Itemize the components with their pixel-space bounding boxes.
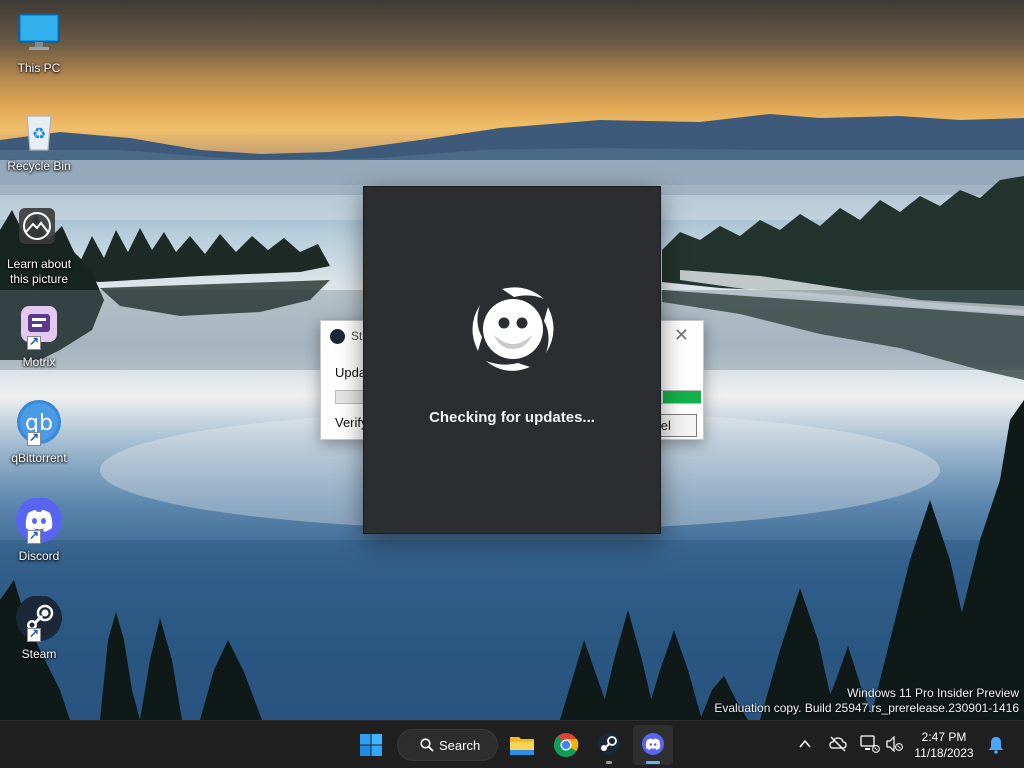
- close-icon[interactable]: ✕: [674, 325, 689, 346]
- desktop-icon-label: Discord: [18, 549, 60, 563]
- watermark-edition: Windows 11 Pro Insider Preview: [847, 686, 1019, 700]
- windows-watermark: Windows 11 Pro Insider Preview Evaluatio…: [714, 686, 1019, 716]
- recycle-bin-icon: ♻: [15, 108, 63, 156]
- search-label: Search: [439, 738, 481, 753]
- taskbar-file-explorer[interactable]: [502, 725, 542, 765]
- taskbar-search[interactable]: Search: [397, 729, 498, 761]
- network-icon[interactable]: [860, 735, 880, 753]
- desktop-icon-learn-about-picture[interactable]: Learn about this picture: [2, 206, 76, 287]
- chevron-up-icon[interactable]: [799, 739, 811, 749]
- volume-muted-icon[interactable]: [886, 736, 904, 752]
- shortcut-arrow-icon: [27, 334, 41, 350]
- monitor-icon: [15, 10, 63, 58]
- shortcut-arrow-icon: [27, 626, 41, 642]
- active-indicator: [646, 761, 660, 764]
- search-icon: [420, 738, 434, 752]
- qbittorrent-icon: qb: [15, 400, 63, 448]
- desktop-icon-label: qBittorrent: [11, 451, 67, 465]
- steam-icon: [15, 595, 63, 644]
- discord-icon: [642, 733, 664, 755]
- watermark-build: Evaluation copy. Build 25947.rs_prerelea…: [714, 701, 1019, 715]
- running-indicator: [606, 761, 612, 764]
- discord-updater-window[interactable]: Checking for updates...: [363, 186, 661, 534]
- windows-logo-icon: [360, 734, 382, 756]
- desktop-icon-label: Learn about this picture: [6, 257, 72, 286]
- start-button[interactable]: [351, 725, 391, 765]
- update-status-text: Checking for updates...: [429, 409, 595, 426]
- steam-status-text: Upda: [335, 365, 367, 380]
- taskbar-chrome[interactable]: [546, 725, 586, 765]
- motrix-icon: [15, 304, 63, 352]
- shortcut-arrow-icon: [27, 430, 41, 446]
- desktop-icon-motrix[interactable]: Motrix: [2, 304, 76, 370]
- notification-bell-icon[interactable]: [988, 736, 1004, 754]
- desktop-icon-recycle-bin[interactable]: ♻ Recycle Bin: [2, 108, 76, 174]
- steam-icon: [598, 733, 620, 755]
- system-clock[interactable]: 2:47 PM 11/18/2023: [912, 729, 976, 761]
- taskbar-discord[interactable]: [633, 725, 673, 765]
- svg-text:♻: ♻: [32, 124, 46, 143]
- chrome-icon: [553, 733, 579, 758]
- desktop-icon-label: Steam: [21, 647, 57, 661]
- desktop-icon-steam[interactable]: Steam: [2, 595, 76, 662]
- desktop-icon-this-pc[interactable]: This PC: [2, 10, 76, 76]
- desktop-icon-label: Recycle Bin: [7, 159, 71, 173]
- desktop-icon-label: This PC: [17, 61, 61, 75]
- desktop-icon-qbittorrent[interactable]: qb qBittorrent: [2, 400, 76, 466]
- taskbar-steam[interactable]: [589, 725, 629, 765]
- discord-spinner-icon: [468, 283, 558, 375]
- desktop-icon-discord[interactable]: Discord: [2, 497, 76, 564]
- spotlight-icon: [15, 206, 63, 254]
- steam-window-title: St: [351, 329, 363, 343]
- onedrive-offline-icon[interactable]: [829, 736, 847, 752]
- desktop-icon-label: Motrix: [22, 355, 56, 369]
- shortcut-arrow-icon: [27, 528, 41, 544]
- discord-icon: [15, 497, 63, 546]
- clock-date: 11/18/2023: [914, 746, 974, 760]
- file-explorer-icon: [510, 737, 534, 755]
- steam-logo-icon: [330, 329, 345, 344]
- taskbar: Search 2:47 PM 11/18/2023: [0, 720, 1024, 768]
- steam-progress-fill: [663, 391, 701, 403]
- clock-time: 2:47 PM: [921, 730, 967, 744]
